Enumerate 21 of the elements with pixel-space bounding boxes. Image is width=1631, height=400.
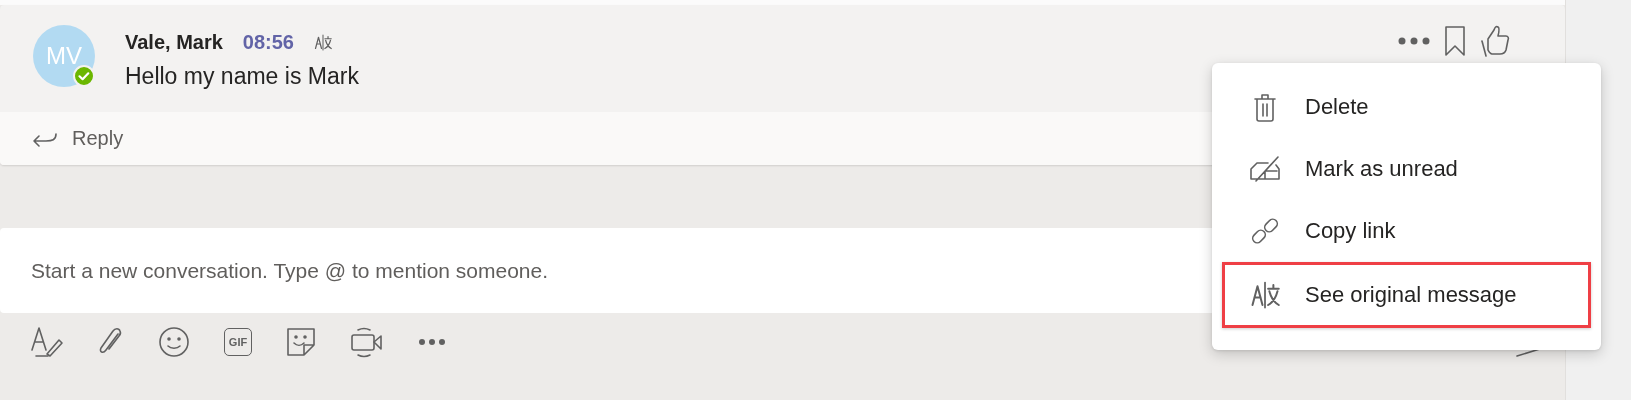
sticker-icon[interactable]	[286, 327, 316, 357]
menu-item[interactable]: See original message	[1222, 262, 1591, 328]
bookmark-icon[interactable]	[1444, 25, 1466, 57]
reply-button[interactable]: Reply	[32, 127, 124, 150]
message-text: Hello my name is Mark	[125, 63, 359, 90]
message-time: 08:56	[242, 30, 294, 54]
trash-icon	[1254, 92, 1276, 122]
format-icon[interactable]	[30, 326, 64, 358]
link-icon	[1250, 216, 1280, 246]
emoji-icon[interactable]	[158, 326, 190, 358]
menu-item[interactable]: Delete	[1222, 76, 1591, 138]
author-name: Vale, Mark	[125, 30, 223, 54]
menu-item[interactable]: Mark as unread	[1222, 138, 1591, 200]
thumbs-up-icon[interactable]	[1480, 24, 1510, 58]
unread-icon	[1248, 155, 1282, 183]
translate-icon	[1250, 281, 1280, 309]
video-camera-icon[interactable]	[350, 326, 384, 358]
more-options-icon[interactable]	[1398, 36, 1430, 46]
more-options-icon[interactable]	[418, 338, 446, 346]
avatar-initials: MV	[46, 42, 82, 70]
gif-button[interactable]: GIF	[224, 328, 252, 356]
